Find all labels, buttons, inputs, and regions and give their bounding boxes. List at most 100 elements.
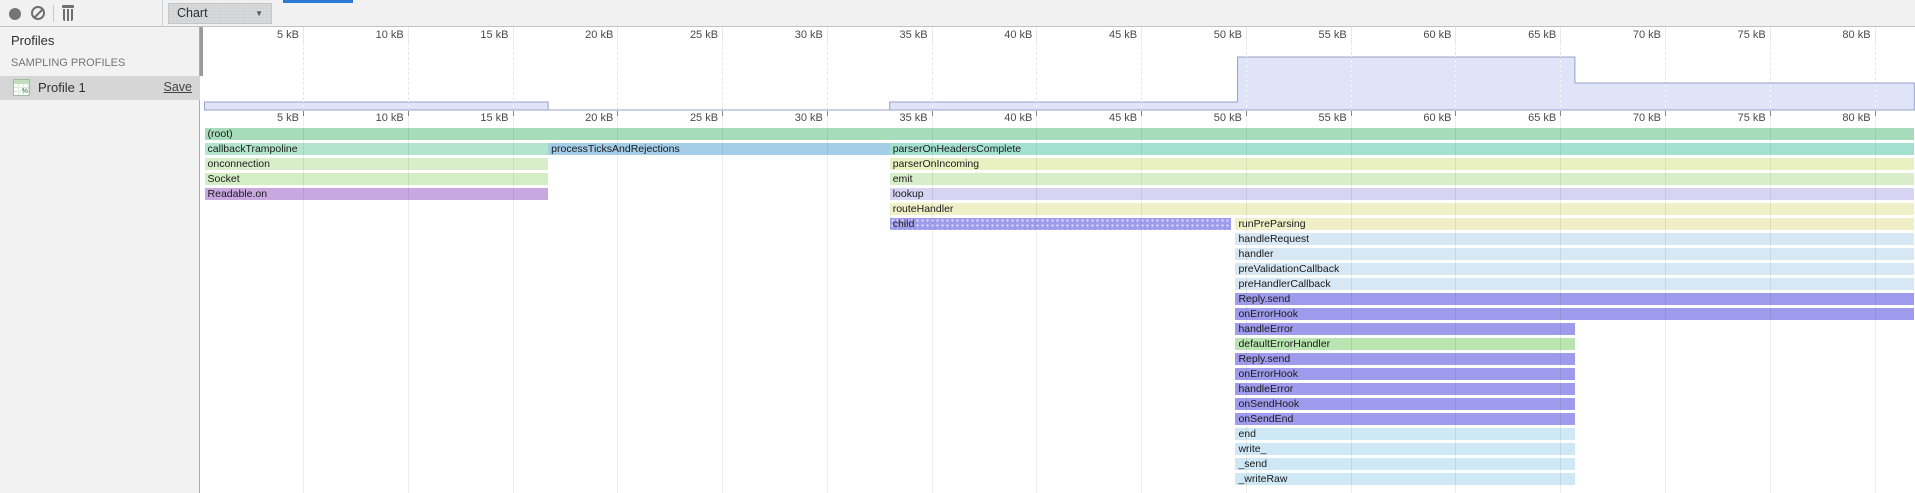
flame-ruler-label: 5 kB: [241, 112, 299, 124]
chevron-down-icon: ▼: [255, 4, 263, 24]
flame-bar[interactable]: preValidationCallback: [1235, 263, 1914, 275]
flame-bar[interactable]: lookup: [890, 188, 1915, 200]
toolbar: Chart ▼: [0, 0, 1915, 27]
flame-ruler-label: 45 kB: [1079, 112, 1137, 124]
overview-ruler-label: 25 kB: [660, 29, 718, 41]
sampling-profiles-section-label: SAMPLING PROFILES: [11, 57, 125, 69]
flame-bar[interactable]: _send: [1235, 458, 1574, 470]
flame-bar[interactable]: emit: [890, 173, 1915, 185]
flame-bar[interactable]: onErrorHook: [1235, 368, 1574, 380]
flame-bar[interactable]: callbackTrampoline: [205, 143, 549, 155]
flame-bar[interactable]: parserOnHeadersComplete: [890, 143, 1915, 155]
overview-ruler-label: 35 kB: [870, 29, 928, 41]
chart-pane[interactable]: 5 kB 5 kB 10 kB 10 kB 15 kB 15 kB 20 kB 20 kB 25…: [204, 27, 1915, 493]
overview-ruler-label: 10 kB: [346, 29, 404, 41]
flame-gridline: [1246, 111, 1247, 493]
flame-bar[interactable]: defaultErrorHandler: [1235, 338, 1574, 350]
flame-ruler-label: 70 kB: [1603, 112, 1661, 124]
flame-bar[interactable]: Reply.send: [1235, 293, 1914, 305]
overview-gridline-dash: [303, 45, 304, 110]
overview-ruler-label: 45 kB: [1079, 29, 1137, 41]
flame-gridline: [1455, 111, 1456, 493]
overview-ruler-label: 50 kB: [1184, 29, 1242, 41]
overview-gridline-dash: [513, 45, 514, 110]
overview-ruler-label: 65 kB: [1498, 29, 1556, 41]
delete-profile-icon[interactable]: [61, 5, 75, 22]
flame-bar[interactable]: routeHandler: [890, 203, 1915, 215]
flame-bar[interactable]: _writeRaw: [1235, 473, 1574, 485]
overview-ruler-label: 5 kB: [241, 29, 299, 41]
flame-ruler-label: 35 kB: [870, 112, 928, 124]
flame-gridline: [1665, 111, 1666, 493]
flame-gridline: [1351, 111, 1352, 493]
flame-ruler-label: 75 kB: [1708, 112, 1766, 124]
flame-gridline: [617, 111, 618, 493]
flame-bar[interactable]: handleError: [1235, 383, 1574, 395]
flame-ruler-label: 10 kB: [346, 112, 404, 124]
overview-gridline-dash: [1351, 45, 1352, 110]
sidebar: Profiles SAMPLING PROFILES % Profile 1 S…: [0, 27, 200, 493]
overview-ruler-label: 60 kB: [1393, 29, 1451, 41]
flame-bar[interactable]: onSendHook: [1235, 398, 1574, 410]
profile-icon: %: [13, 79, 30, 96]
chart-view-select[interactable]: Chart ▼: [168, 3, 272, 24]
flame-gridline: [1141, 111, 1142, 493]
overview-gridline-dash: [408, 45, 409, 110]
flame-bar[interactable]: parserOnIncoming: [890, 158, 1915, 170]
overview-ruler-label: 75 kB: [1708, 29, 1766, 41]
flame-bar[interactable]: handleError: [1235, 323, 1574, 335]
overview-gridline-dash: [1560, 45, 1561, 110]
profile-name: Profile 1: [38, 80, 86, 95]
overview-gridline-dash: [617, 45, 618, 110]
flame-bar[interactable]: onconnection: [205, 158, 549, 170]
top-accent-line: [283, 0, 353, 3]
flame-bar[interactable]: onSendEnd: [1235, 413, 1574, 425]
flame-bar[interactable]: runPreParsing: [1235, 218, 1914, 230]
scrollbar-thumb[interactable]: [200, 27, 203, 76]
chart-view-select-value: Chart: [177, 6, 208, 20]
profiler-app: Chart ▼ Profiles SAMPLING PROFILES % Pro…: [0, 0, 1915, 493]
flame-ruler-label: 25 kB: [660, 112, 718, 124]
flame-bar[interactable]: onErrorHook: [1235, 308, 1914, 320]
flame-gridline: [408, 111, 409, 493]
flame-bar[interactable]: child: [890, 218, 1232, 230]
flame-ruler-label: 15 kB: [451, 112, 509, 124]
flame-ruler-label: 30 kB: [765, 112, 823, 124]
flame-ruler-label: 80 kB: [1813, 112, 1871, 124]
overview-gridline-dash: [1770, 45, 1771, 110]
overview-ruler-label: 70 kB: [1603, 29, 1661, 41]
flame-bar[interactable]: handleRequest: [1235, 233, 1914, 245]
flame-bar[interactable]: preHandlerCallback: [1235, 278, 1914, 290]
toolbar-separator: [53, 5, 54, 22]
overview-gridline-dash: [1455, 45, 1456, 110]
overview-gridline-dash: [827, 45, 828, 110]
sidebar-item-profile-1[interactable]: % Profile 1 Save: [0, 76, 200, 100]
overview-gridline-dash: [1246, 45, 1247, 110]
record-button[interactable]: [9, 8, 21, 20]
flame-bar[interactable]: write_: [1235, 443, 1574, 455]
flame-gridline: [1875, 111, 1876, 493]
overview-gridline-dash: [1875, 45, 1876, 110]
flame-bar[interactable]: processTicksAndRejections: [548, 143, 890, 155]
overview-ruler-label: 40 kB: [974, 29, 1032, 41]
flame-ruler-label: 20 kB: [555, 112, 613, 124]
overview-ruler-label: 55 kB: [1289, 29, 1347, 41]
flame-bar[interactable]: (root): [205, 128, 1915, 140]
save-link[interactable]: Save: [164, 80, 193, 94]
flame-bar[interactable]: handler: [1235, 248, 1914, 260]
flame-bar[interactable]: Socket: [205, 173, 549, 185]
flame-bar[interactable]: end: [1235, 428, 1574, 440]
overview-gridline-dash: [1036, 45, 1037, 110]
profiles-heading: Profiles: [11, 33, 54, 48]
overview-ruler-label: 15 kB: [451, 29, 509, 41]
flame-gridline: [932, 111, 933, 493]
flame-ruler-label: 50 kB: [1184, 112, 1242, 124]
flame-gridline: [722, 111, 723, 493]
overview-ruler-label: 20 kB: [555, 29, 613, 41]
flame-bar[interactable]: Readable.on: [205, 188, 549, 200]
overview-gridline-dash: [1665, 45, 1666, 110]
flame-bar[interactable]: Reply.send: [1235, 353, 1574, 365]
clear-icon[interactable]: [31, 6, 45, 20]
overview-gridline-dash: [1141, 45, 1142, 110]
flame-gridline: [827, 111, 828, 493]
